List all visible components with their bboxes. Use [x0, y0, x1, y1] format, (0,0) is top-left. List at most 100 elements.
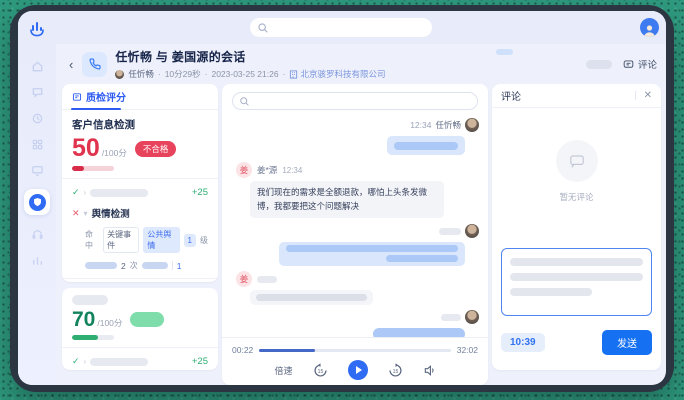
header-actions: 评论: [586, 57, 657, 71]
sidebar-item-headset[interactable]: [30, 227, 44, 241]
level-unit: 级: [200, 235, 208, 246]
sidebar-item-messages[interactable]: [30, 85, 44, 99]
comment-input[interactable]: [501, 248, 652, 316]
call-duration: 10分29秒: [165, 68, 201, 80]
send-button[interactable]: 发送: [602, 330, 652, 355]
svg-text:15: 15: [317, 368, 323, 374]
transcript-panel: 12:34 任忻畅 姜 姜*源 12:34 我们现在的需求是全额退款，哪: [222, 84, 488, 385]
score-card-customer: 质检评分 客户信息检测 50 /100分 不合格: [62, 84, 218, 282]
placeholder-bar: [142, 262, 168, 269]
playback-speed-button[interactable]: 倍速: [274, 364, 292, 377]
conversation-title-block: 任忻畅 与 姜国源的会话 任忻畅 · 10分29秒 · 2023-03-25 2…: [115, 48, 385, 80]
sidebar-item-stats[interactable]: [30, 253, 44, 267]
decorative-pill: [496, 49, 513, 55]
message-sender: 姜*源: [257, 164, 277, 176]
timestamp-chip[interactable]: 10:39: [501, 333, 545, 352]
divider: [62, 347, 218, 348]
customer-message-bubble[interactable]: 我们现在的需求是全额退款，哪怕上头条发微博，我都要把这个问题解决: [250, 181, 444, 218]
agent-message-bubble[interactable]: [387, 136, 465, 155]
sidebar-item-history[interactable]: [30, 111, 44, 125]
sidebar-item-apps[interactable]: [30, 137, 44, 151]
player-progress-row: 00:22 32:02: [222, 338, 488, 355]
transcript-search-input[interactable]: [232, 92, 478, 110]
total-time: 32:02: [457, 345, 478, 355]
rule-row-sentiment[interactable]: ✕ ▾ 舆情检测: [72, 206, 208, 220]
placeholder-bar: [256, 294, 367, 301]
volume-button[interactable]: [423, 364, 436, 377]
level-chip: 1: [184, 234, 196, 247]
customer-avatar: 姜: [236, 162, 252, 178]
chevron-right-icon: ›: [84, 188, 87, 197]
placeholder-pill: [586, 60, 612, 69]
current-time: 00:22: [232, 345, 253, 355]
keyword-count: 2: [121, 261, 126, 271]
placeholder-bar: [441, 314, 461, 321]
cross-icon: ✕: [72, 208, 80, 219]
score-row: 70 /100分: [72, 309, 208, 330]
window-frame: ‹ 任忻畅 与 姜国源的会话 任忻畅 · 10分29秒 · 2023-03-25…: [10, 5, 674, 392]
monitor-icon: [31, 164, 44, 177]
customer-message-bubble[interactable]: [250, 290, 373, 305]
score-denominator: /100分: [102, 147, 127, 159]
score-progress: [72, 166, 114, 171]
hit-label: 命中: [85, 229, 99, 251]
phone-icon: [89, 58, 101, 70]
rule-label: 舆情检测: [92, 206, 130, 220]
desktop-background: ‹ 任忻畅 与 姜国源的会话 任忻畅 · 10分29秒 · 2023-03-25…: [0, 0, 684, 400]
empty-state-text: 暂无评论: [492, 191, 661, 203]
rule-row-pass[interactable]: ✓ › +25: [72, 356, 208, 367]
content-area: 质检评分 客户信息检测 50 /100分 不合格: [56, 84, 666, 385]
close-icon[interactable]: ✕: [644, 90, 652, 101]
score-icon: [72, 92, 82, 102]
keyword-unit: 次: [130, 260, 138, 271]
rewind-15-button[interactable]: 15: [313, 363, 328, 378]
apps-icon: [31, 138, 44, 151]
agent-avatar: [465, 118, 479, 132]
comment-toggle-button[interactable]: 评论: [623, 57, 657, 71]
back-button[interactable]: ‹: [69, 58, 73, 71]
chart-logo-icon: [27, 19, 47, 39]
conversation-header: ‹ 任忻畅 与 姜国源的会话 任忻畅 · 10分29秒 · 2023-03-25…: [56, 44, 666, 84]
comments-body: 暂无评论 10:39 发送: [492, 108, 661, 370]
pass-badge: [130, 312, 164, 327]
global-search-input[interactable]: [250, 18, 432, 37]
score-tabbar: 质检评分: [62, 84, 218, 110]
seek-bar[interactable]: [259, 349, 450, 352]
sidebar-item-monitor[interactable]: [30, 163, 44, 177]
section-title: 客户信息检测: [72, 117, 208, 132]
keyword-count-2: 1: [177, 261, 182, 271]
message-meta: [230, 310, 479, 324]
comment-footer: 10:39 发送: [501, 330, 652, 355]
agent-name: 任忻畅: [128, 68, 154, 80]
placeholder-bar: [90, 358, 148, 366]
seek-bar-fill: [259, 349, 315, 352]
user-avatar[interactable]: [640, 18, 659, 37]
rule-row-pass[interactable]: ✓ › +25: [72, 187, 208, 198]
empty-state-circle: [556, 140, 598, 182]
fail-badge: 不合格: [135, 141, 177, 157]
chip-separator: [172, 261, 173, 270]
company-link[interactable]: 北京骇罗科技有限公司: [289, 68, 385, 80]
topic-chip: 公共舆情: [143, 227, 179, 253]
dot-separator: ·: [158, 69, 161, 79]
agent-message-bubble[interactable]: [279, 242, 465, 266]
player-controls: 倍速 15: [222, 360, 488, 380]
message-meta: 姜 姜*源 12:34: [236, 162, 480, 178]
score-denominator: /100分: [97, 317, 122, 329]
volume-icon: [423, 364, 436, 377]
comment-icon: [569, 153, 585, 169]
stats-icon: [31, 254, 44, 267]
sidebar-item-inspection-active[interactable]: [24, 189, 50, 215]
score-progress: [72, 335, 114, 340]
sidebar-item-home[interactable]: [30, 59, 44, 73]
sentiment-hit-row: 命中 关键事件 公共舆情 1 级: [85, 227, 208, 253]
message-meta: [230, 224, 479, 238]
score-row: 50 /100分 不合格: [72, 136, 208, 161]
bonus-score: +25: [192, 187, 208, 198]
empty-state: 暂无评论: [492, 140, 661, 203]
forward-15-icon: 15: [388, 363, 403, 378]
forward-15-button[interactable]: 15: [388, 363, 403, 378]
play-button[interactable]: [348, 360, 368, 380]
tab-quality-score[interactable]: 质检评分: [72, 89, 126, 104]
message-meta: 姜: [236, 271, 480, 287]
